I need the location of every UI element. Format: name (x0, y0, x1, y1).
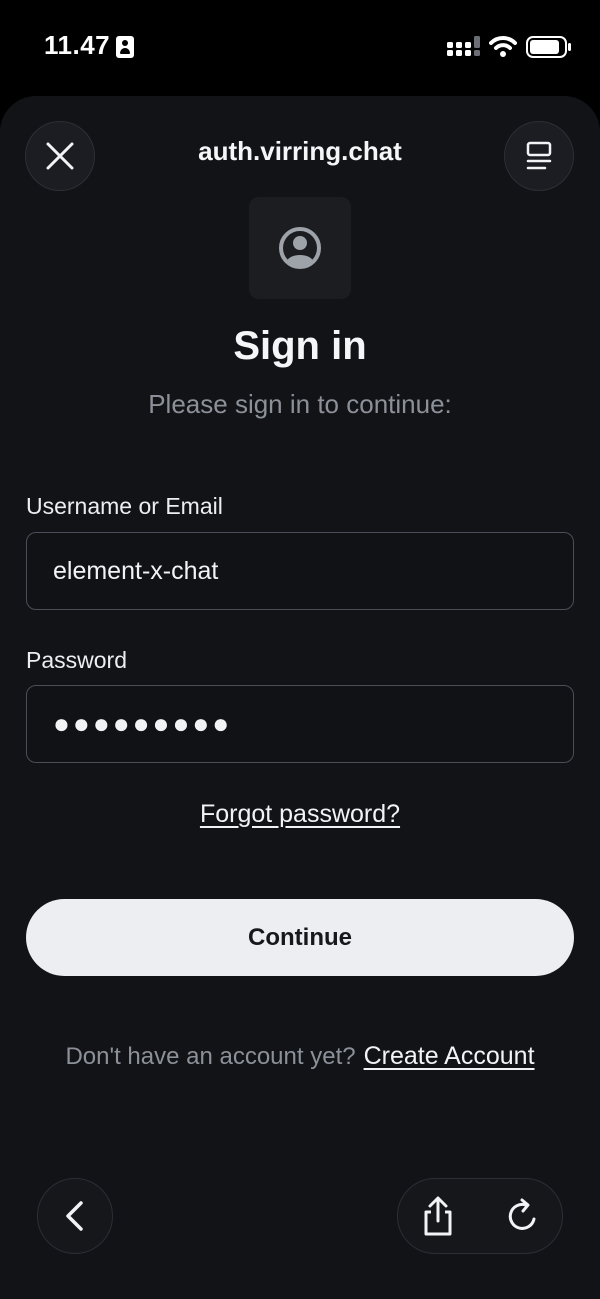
back-button[interactable] (37, 1178, 113, 1254)
person-badge-icon (116, 36, 134, 58)
reload-icon[interactable] (504, 1197, 542, 1235)
battery-icon (526, 36, 571, 58)
continue-button[interactable]: Continue (26, 899, 574, 976)
signup-prompt: Don't have an account yet? (65, 1043, 356, 1070)
status-time: 11.47 (44, 30, 111, 60)
page-title: Sign in (233, 324, 367, 368)
user-avatar-icon (279, 227, 321, 269)
signup-row: Don't have an account yet? Create Account (0, 1042, 600, 1071)
chevron-left-icon (66, 1201, 83, 1231)
wifi-icon (489, 36, 517, 57)
password-value: ●●●●●●●●● (53, 708, 233, 739)
username-label: Username or Email (26, 493, 223, 519)
auth-sheet: auth.virring.chat Sign in Please sign in… (0, 96, 600, 1299)
password-label: Password (26, 647, 127, 673)
forgot-password-row: Forgot password? (0, 800, 600, 829)
username-input[interactable]: element-x-chat (26, 532, 574, 610)
password-input[interactable]: ●●●●●●●●● (26, 685, 574, 763)
tabs-icon (526, 141, 552, 170)
cellular-signal-icon (447, 36, 480, 56)
tabs-button[interactable] (504, 121, 574, 191)
status-bar: 11.47 (0, 0, 600, 96)
share-icon[interactable] (420, 1195, 456, 1237)
page-subtitle: Please sign in to continue: (148, 389, 452, 419)
username-value: element-x-chat (53, 556, 219, 585)
create-account-link[interactable]: Create Account (364, 1042, 535, 1070)
forgot-password-link[interactable]: Forgot password? (200, 800, 400, 828)
browser-actions (397, 1178, 563, 1254)
avatar (249, 197, 351, 299)
